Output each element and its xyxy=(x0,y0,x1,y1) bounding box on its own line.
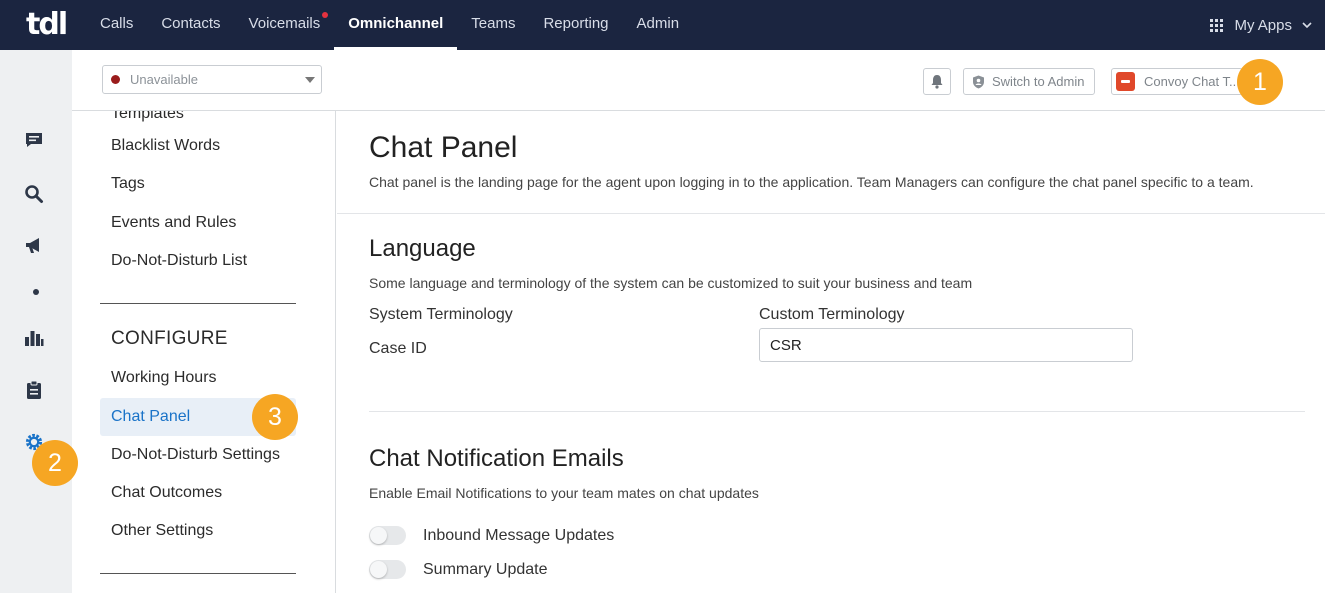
team-logo-icon xyxy=(1116,72,1135,91)
team-selector-button[interactable]: Convoy Chat T... xyxy=(1111,68,1243,95)
sidebar-item-events-and-rules[interactable]: Events and Rules xyxy=(100,204,296,242)
nav-item-calls[interactable]: Calls xyxy=(86,0,147,50)
sidebar-item-label: Chat Outcomes xyxy=(111,484,223,501)
header-divider xyxy=(337,213,1325,214)
sidebar-item-label: Templates xyxy=(111,111,184,122)
summary-update-toggle-row[interactable]: Summary Update xyxy=(369,560,548,579)
team-name-label: Convoy Chat T... xyxy=(1144,74,1240,89)
summary-update-toggle[interactable] xyxy=(369,560,406,579)
callout-badge-2: 2 xyxy=(32,440,78,486)
custom-term-input[interactable] xyxy=(759,328,1133,362)
app-grid-icon xyxy=(1210,18,1224,32)
nav-item-label: Omnichannel xyxy=(348,15,444,32)
nav-item-label: Voicemails xyxy=(248,15,321,32)
sidebar-divider xyxy=(100,573,296,574)
nav-item-reporting[interactable]: Reporting xyxy=(529,0,622,50)
status-header-bar: Unavailable Switch to Admin Convoy Chat … xyxy=(72,50,1325,111)
callout-badge-3: 3 xyxy=(252,394,298,440)
dot-icon xyxy=(24,282,44,302)
nav-item-omnichannel[interactable]: Omnichannel xyxy=(334,0,458,50)
sidebar-item-working-hours[interactable]: Working Hours xyxy=(100,359,296,397)
notifications-button[interactable] xyxy=(923,68,951,95)
chat-notification-emails-title: Chat Notification Emails xyxy=(369,445,624,472)
my-apps-menu[interactable]: My Apps xyxy=(1210,0,1313,50)
sidebar-item-other-settings[interactable]: Other Settings xyxy=(100,512,296,550)
nav-item-voicemails[interactable]: Voicemails xyxy=(235,0,335,50)
inbound-message-updates-toggle[interactable] xyxy=(369,526,406,545)
nav-item-label: Calls xyxy=(100,15,134,32)
top-navigation-bar: tdl Calls Contacts Voicemails Omnichanne… xyxy=(0,0,1325,50)
sidebar-item-blacklist-words[interactable]: Blacklist Words xyxy=(100,127,296,165)
toggle-label: Summary Update xyxy=(423,560,548,578)
sidebar-item-label: Other Settings xyxy=(111,522,214,539)
nav-item-admin[interactable]: Admin xyxy=(623,0,694,50)
sidebar-item-label: Tags xyxy=(111,175,145,192)
nav-item-label: Teams xyxy=(471,15,516,32)
dropdown-caret-icon xyxy=(305,77,315,83)
sidebar-item-label: Working Hours xyxy=(111,369,217,386)
settings-sidebar: Templates Blacklist Words Tags Events an… xyxy=(72,111,336,593)
nav-item-contacts[interactable]: Contacts xyxy=(147,0,234,50)
app-logo[interactable]: tdl xyxy=(26,7,68,42)
megaphone-icon[interactable] xyxy=(24,236,44,256)
language-section-title: Language xyxy=(369,235,476,262)
nav-item-label: Reporting xyxy=(543,15,609,32)
custom-terminology-header: Custom Terminology xyxy=(759,306,905,323)
nav-item-label: Admin xyxy=(636,15,680,32)
bar-chart-icon[interactable] xyxy=(24,328,44,348)
left-icon-rail xyxy=(0,50,72,593)
sidebar-divider xyxy=(100,303,296,304)
toggle-label: Inbound Message Updates xyxy=(423,526,615,544)
page-title: Chat Panel xyxy=(369,131,518,164)
system-term-case-id: Case ID xyxy=(369,340,427,357)
main-content: Chat Panel Chat panel is the landing pag… xyxy=(337,111,1325,593)
agent-status-value: Unavailable xyxy=(130,72,198,87)
nav-item-teams[interactable]: Teams xyxy=(457,0,529,50)
main-nav: Calls Contacts Voicemails Omnichannel Te… xyxy=(86,0,693,50)
chat-icon[interactable] xyxy=(24,130,44,150)
search-icon[interactable] xyxy=(24,184,44,204)
my-apps-label: My Apps xyxy=(1234,16,1292,34)
sidebar-item-label: Do-Not-Disturb List xyxy=(111,252,248,269)
callout-badge-1: 1 xyxy=(1237,59,1283,105)
notification-dot xyxy=(322,12,329,18)
sidebar-item-do-not-disturb-list[interactable]: Do-Not-Disturb List xyxy=(100,242,296,280)
nav-item-label: Contacts xyxy=(161,15,221,32)
chevron-down-icon xyxy=(1302,22,1312,29)
agent-status-select[interactable]: Unavailable xyxy=(102,65,322,94)
switch-to-admin-label: Switch to Admin xyxy=(992,74,1085,89)
sidebar-item-do-not-disturb-settings[interactable]: Do-Not-Disturb Settings xyxy=(100,436,296,474)
sidebar-item-label: Events and Rules xyxy=(111,214,237,231)
configure-heading: CONFIGURE xyxy=(111,328,228,349)
sidebar-item-tags[interactable]: Tags xyxy=(100,165,296,203)
sidebar-item-chat-outcomes[interactable]: Chat Outcomes xyxy=(100,474,296,512)
system-terminology-header: System Terminology xyxy=(369,306,513,323)
sidebar-item-label: Blacklist Words xyxy=(111,137,221,154)
page-description: Chat panel is the landing page for the a… xyxy=(369,174,1254,190)
sidebar-item-label: Chat Panel xyxy=(111,408,191,425)
clipboard-icon[interactable] xyxy=(24,380,44,400)
status-indicator-dot xyxy=(111,75,120,84)
chat-notification-emails-description: Enable Email Notifications to your team … xyxy=(369,485,759,501)
switch-to-admin-button[interactable]: Switch to Admin xyxy=(963,68,1095,95)
bell-icon xyxy=(931,75,943,89)
inbound-message-updates-toggle-row[interactable]: Inbound Message Updates xyxy=(369,526,614,545)
language-section-description: Some language and terminology of the sys… xyxy=(369,275,973,291)
sidebar-item-label: Do-Not-Disturb Settings xyxy=(111,446,280,463)
section-divider xyxy=(369,411,1305,412)
shield-user-icon xyxy=(973,75,984,88)
